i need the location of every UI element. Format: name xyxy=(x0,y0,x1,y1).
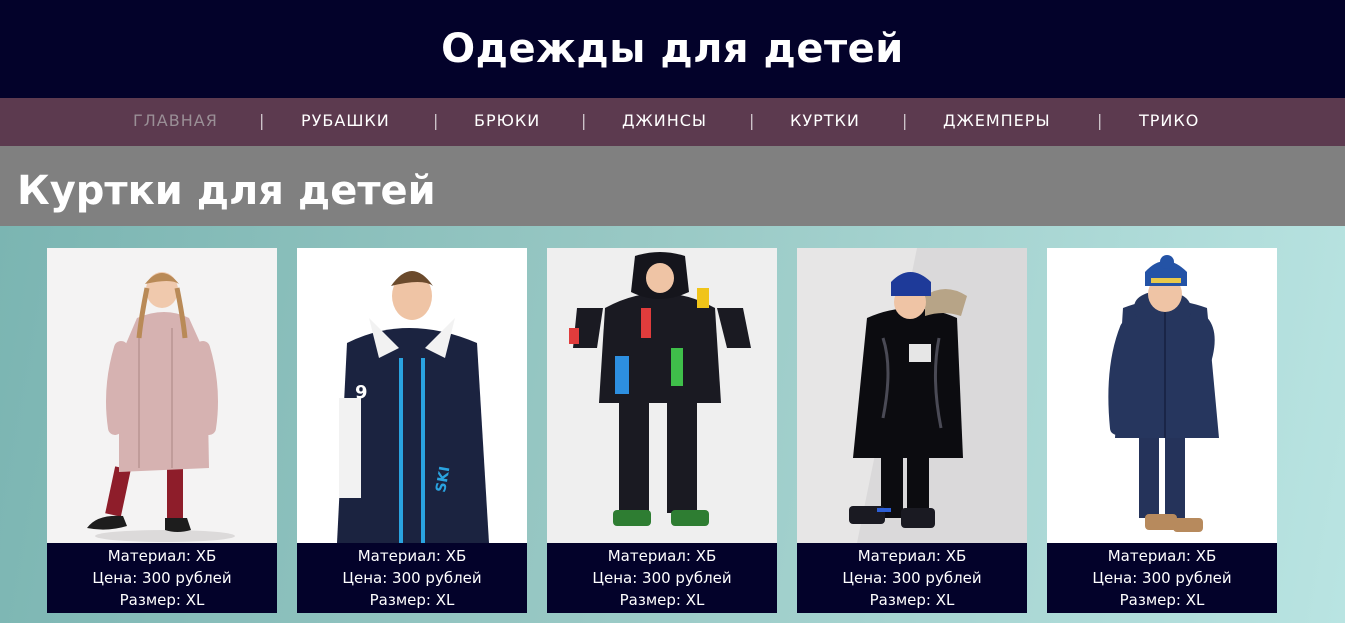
product-gallery: Материал: ХБ Цена: 300 рублей Размер: XL… xyxy=(0,226,1345,623)
product-size: Размер: XL xyxy=(619,591,705,609)
nav-separator: | xyxy=(749,111,755,130)
main-nav: ГЛАВНАЯ | РУБАШКИ | БРЮКИ | ДЖИНСЫ | КУР… xyxy=(0,98,1345,146)
product-material: Материал: ХБ xyxy=(107,547,217,565)
product-info: Материал: ХБ Цена: 300 рублей Размер: XL xyxy=(297,543,527,613)
product-photo[interactable]: 9 SKI xyxy=(297,248,527,543)
product-card[interactable]: Материал: ХБ Цена: 300 рублей Размер: XL xyxy=(797,248,1027,613)
product-info: Материал: ХБ Цена: 300 рублей Размер: XL xyxy=(797,543,1027,613)
section-header: Куртки для детей xyxy=(0,146,1345,226)
product-size: Размер: XL xyxy=(369,591,455,609)
product-material: Материал: ХБ xyxy=(357,547,467,565)
boy-navy-ski-jacket-photo: 9 SKI xyxy=(297,248,527,543)
product-price: Цена: 300 рублей xyxy=(342,569,482,587)
product-size: Размер: XL xyxy=(869,591,955,609)
boy-black-puffer-photo xyxy=(797,248,1027,543)
nav-item-trousers[interactable]: БРЮКИ xyxy=(474,98,540,146)
product-photo[interactable] xyxy=(47,248,277,543)
product-material: Материал: ХБ xyxy=(857,547,967,565)
product-size: Размер: XL xyxy=(119,591,205,609)
nav-separator: | xyxy=(1097,111,1103,130)
nav-separator: | xyxy=(902,111,908,130)
product-price: Цена: 300 рублей xyxy=(92,569,232,587)
nav-separator: | xyxy=(433,111,439,130)
product-material: Материал: ХБ xyxy=(1107,547,1217,565)
product-material: Материал: ХБ xyxy=(607,547,717,565)
site-title: Одежды для детей xyxy=(441,26,904,72)
product-photo[interactable] xyxy=(797,248,1027,543)
product-card[interactable]: Материал: ХБ Цена: 300 рублей Размер: XL xyxy=(1047,248,1277,613)
nav-item-shirts[interactable]: РУБАШКИ xyxy=(301,98,390,146)
boy-black-snowsuit-photo xyxy=(547,248,777,543)
svg-text:9: 9 xyxy=(355,382,368,403)
nav-item-home[interactable]: ГЛАВНАЯ xyxy=(133,98,218,146)
product-size: Размер: XL xyxy=(1119,591,1205,609)
product-price: Цена: 300 рублей xyxy=(1092,569,1232,587)
product-card[interactable]: 9 SKI Материал: ХБ Цена: 300 рублей Разм… xyxy=(297,248,527,613)
nav-item-jeans[interactable]: ДЖИНСЫ xyxy=(622,98,707,146)
nav-separator: | xyxy=(259,111,265,130)
product-photo[interactable] xyxy=(1047,248,1277,543)
product-info: Материал: ХБ Цена: 300 рублей Размер: XL xyxy=(547,543,777,613)
product-price: Цена: 300 рублей xyxy=(842,569,982,587)
section-title: Куртки для детей xyxy=(17,168,436,214)
product-info: Материал: ХБ Цена: 300 рублей Размер: XL xyxy=(47,543,277,613)
product-photo[interactable] xyxy=(547,248,777,543)
product-price: Цена: 300 рублей xyxy=(592,569,732,587)
boy-navy-parka-photo xyxy=(1047,248,1277,543)
product-info: Материал: ХБ Цена: 300 рублей Размер: XL xyxy=(1047,543,1277,613)
product-card[interactable]: Материал: ХБ Цена: 300 рублей Размер: XL xyxy=(47,248,277,613)
girl-pink-coat-photo xyxy=(47,248,277,543)
product-card[interactable]: Материал: ХБ Цена: 300 рублей Размер: XL xyxy=(547,248,777,613)
site-header: Одежды для детей xyxy=(0,0,1345,98)
nav-item-jackets[interactable]: КУРТКИ xyxy=(790,98,860,146)
nav-item-jumpers[interactable]: ДЖЕМПЕРЫ xyxy=(943,98,1051,146)
nav-item-tricot[interactable]: ТРИКО xyxy=(1139,98,1199,146)
nav-separator: | xyxy=(581,111,587,130)
